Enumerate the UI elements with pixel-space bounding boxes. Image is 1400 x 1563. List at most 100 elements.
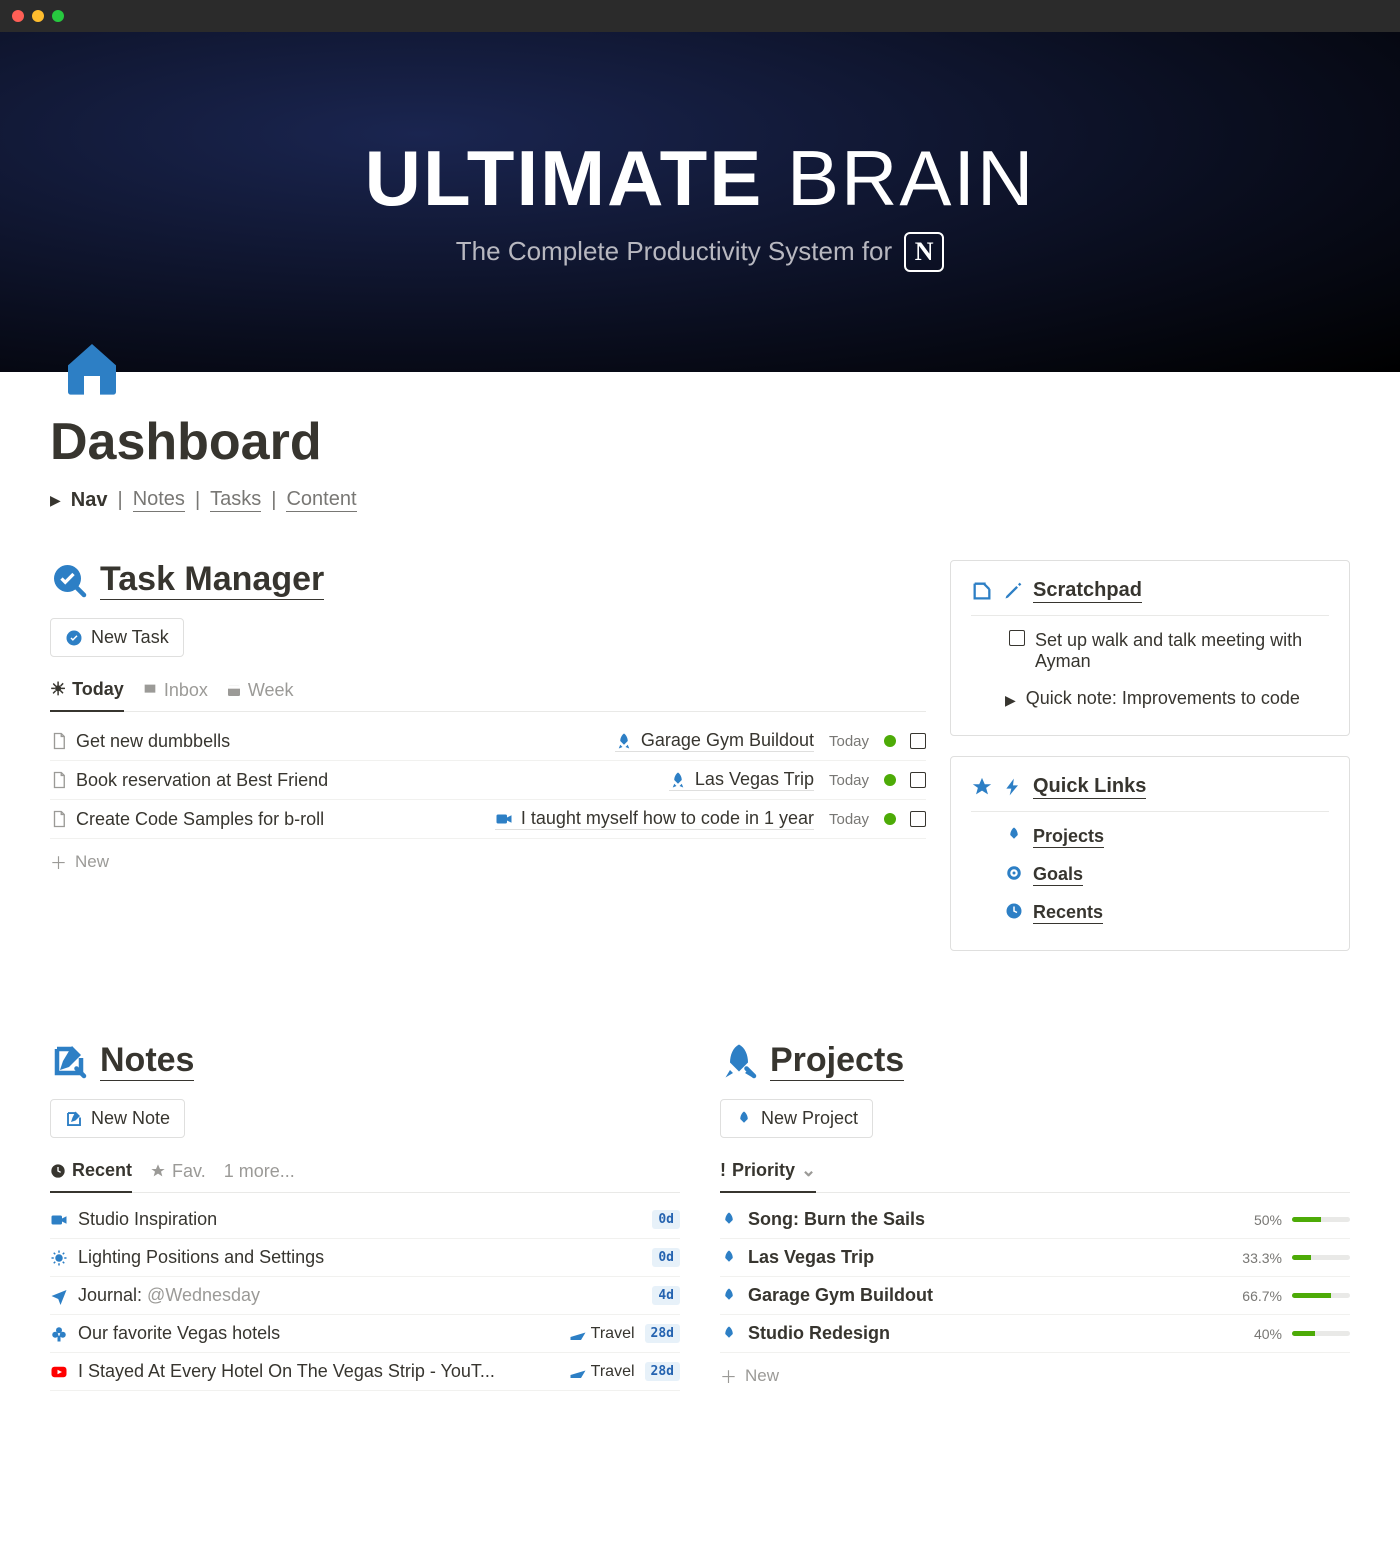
- notes-tabs: Recent Fav. 1 more...: [50, 1160, 680, 1193]
- note-edit-icon: [50, 1042, 88, 1080]
- tab-inbox[interactable]: Inbox: [142, 680, 208, 711]
- plus-icon: ＋: [720, 1363, 737, 1388]
- task-manager-heading[interactable]: Task Manager: [50, 560, 926, 600]
- tab-fav[interactable]: Fav.: [150, 1161, 206, 1192]
- plane-icon: [50, 1287, 68, 1305]
- task-context-link[interactable]: Garage Gym Buildout: [615, 730, 814, 752]
- scratchpad-item[interactable]: Set up walk and talk meeting with Ayman: [1005, 622, 1329, 680]
- tab-priority[interactable]: ! Priority ⌄: [720, 1160, 816, 1193]
- maximize-window-button[interactable]: [52, 10, 64, 22]
- notes-heading[interactable]: Notes: [50, 1041, 680, 1081]
- hero-banner: ULTIMATE BRAIN The Complete Productivity…: [0, 32, 1400, 372]
- tab-today[interactable]: ☀ Today: [50, 679, 124, 712]
- progress-bar: [1292, 1255, 1350, 1260]
- sun-icon: [50, 1249, 68, 1267]
- task-tabs: ☀ Today Inbox Week: [50, 679, 926, 712]
- checkbox[interactable]: [1009, 630, 1025, 646]
- status-dot: [884, 774, 896, 786]
- task-checkbox[interactable]: [910, 733, 926, 749]
- tab-week[interactable]: Week: [226, 680, 294, 711]
- quick-link-projects[interactable]: Projects: [1005, 818, 1329, 856]
- rocket-icon: [720, 1287, 738, 1305]
- age-badge: 0d: [652, 1248, 680, 1267]
- rocket-icon: [720, 1325, 738, 1343]
- new-task-row[interactable]: ＋ New: [50, 839, 926, 884]
- projects-list: Song: Burn the Sails 50% Las Vegas Trip …: [720, 1201, 1350, 1398]
- breadcrumb-tasks[interactable]: Tasks: [210, 488, 261, 512]
- rocket-icon: [615, 732, 633, 750]
- note-row[interactable]: Our favorite Vegas hotels Travel 28d: [50, 1315, 680, 1353]
- edit-icon: [971, 580, 993, 602]
- sun-icon: ☀: [50, 679, 66, 700]
- breadcrumb-content[interactable]: Content: [286, 488, 356, 512]
- toggle-arrow-icon[interactable]: ▶: [50, 492, 61, 509]
- note-row[interactable]: Journal: @Wednesday 4d: [50, 1277, 680, 1315]
- project-row[interactable]: Song: Burn the Sails 50%: [720, 1201, 1350, 1239]
- scratchpad-card: Scratchpad Set up walk and talk meeting …: [950, 560, 1350, 736]
- projects-tabs: ! Priority ⌄: [720, 1160, 1350, 1193]
- breadcrumb-nav[interactable]: Nav: [71, 489, 108, 512]
- task-checkbox[interactable]: [910, 772, 926, 788]
- age-badge: 0d: [652, 1210, 680, 1229]
- note-row[interactable]: I Stayed At Every Hotel On The Vegas Str…: [50, 1353, 680, 1391]
- progress-bar: [1292, 1217, 1350, 1222]
- tab-recent[interactable]: Recent: [50, 1160, 132, 1193]
- rocket-icon: [720, 1249, 738, 1267]
- quick-link-goals[interactable]: Goals: [1005, 856, 1329, 894]
- page-icon: [50, 810, 68, 828]
- project-row[interactable]: Las Vegas Trip 33.3%: [720, 1239, 1350, 1277]
- travel-icon: [569, 1363, 587, 1381]
- page-icon: [50, 732, 68, 750]
- minimize-window-button[interactable]: [32, 10, 44, 22]
- page-title: Dashboard: [50, 412, 1350, 472]
- projects-heading[interactable]: Projects: [720, 1041, 1350, 1081]
- rocket-icon: [669, 771, 687, 789]
- scratchpad-item[interactable]: ▶ Quick note: Improvements to code: [1005, 680, 1329, 717]
- task-date: Today: [824, 772, 874, 789]
- task-list: Get new dumbbells Garage Gym Buildout To…: [50, 722, 926, 884]
- rocket-icon: [720, 1211, 738, 1229]
- quick-link-recents[interactable]: Recents: [1005, 894, 1329, 932]
- quick-links-heading[interactable]: Quick Links: [971, 775, 1329, 812]
- close-window-button[interactable]: [12, 10, 24, 22]
- quick-links-card: Quick Links Projects Goals Recents: [950, 756, 1350, 951]
- hero-title-light: BRAIN: [787, 134, 1035, 222]
- task-row[interactable]: Book reservation at Best Friend Las Vega…: [50, 761, 926, 800]
- scratchpad-heading[interactable]: Scratchpad: [971, 579, 1329, 616]
- video-icon: [495, 810, 513, 828]
- task-context-link[interactable]: I taught myself how to code in 1 year: [495, 808, 814, 830]
- breadcrumb-notes[interactable]: Notes: [133, 488, 185, 512]
- toggle-arrow-icon[interactable]: ▶: [1005, 692, 1016, 709]
- check-badge-icon: [50, 561, 88, 599]
- age-badge: 28d: [645, 1324, 680, 1343]
- progress-bar: [1292, 1293, 1350, 1298]
- target-icon: [1005, 864, 1023, 882]
- new-note-button[interactable]: New Note: [50, 1099, 185, 1138]
- note-row[interactable]: Studio Inspiration 0d: [50, 1201, 680, 1239]
- new-project-button[interactable]: New Project: [720, 1099, 873, 1138]
- task-row[interactable]: Get new dumbbells Garage Gym Buildout To…: [50, 722, 926, 761]
- task-context-link[interactable]: Las Vegas Trip: [669, 769, 814, 791]
- progress-bar: [1292, 1331, 1350, 1336]
- hero-title-bold: ULTIMATE: [365, 134, 764, 222]
- task-row[interactable]: Create Code Samples for b-roll I taught …: [50, 800, 926, 839]
- note-row[interactable]: Lighting Positions and Settings 0d: [50, 1239, 680, 1277]
- tab-more[interactable]: 1 more...: [224, 1161, 295, 1192]
- youtube-icon: [50, 1363, 68, 1381]
- project-row[interactable]: Garage Gym Buildout 66.7%: [720, 1277, 1350, 1315]
- new-task-button[interactable]: New Task: [50, 618, 184, 657]
- age-badge: 28d: [645, 1362, 680, 1381]
- hero-subtitle: The Complete Productivity System for N: [456, 232, 944, 272]
- travel-icon: [569, 1325, 587, 1343]
- page-icon: [50, 771, 68, 789]
- new-project-row[interactable]: ＋ New: [720, 1353, 1350, 1398]
- task-date: Today: [824, 733, 874, 750]
- rocket-icon: [1005, 826, 1023, 844]
- plus-icon: ＋: [50, 849, 67, 874]
- window-titlebar: [0, 0, 1400, 32]
- task-checkbox[interactable]: [910, 811, 926, 827]
- task-date: Today: [824, 811, 874, 828]
- club-icon: [50, 1325, 68, 1343]
- bolt-icon: [1003, 777, 1023, 797]
- project-row[interactable]: Studio Redesign 40%: [720, 1315, 1350, 1353]
